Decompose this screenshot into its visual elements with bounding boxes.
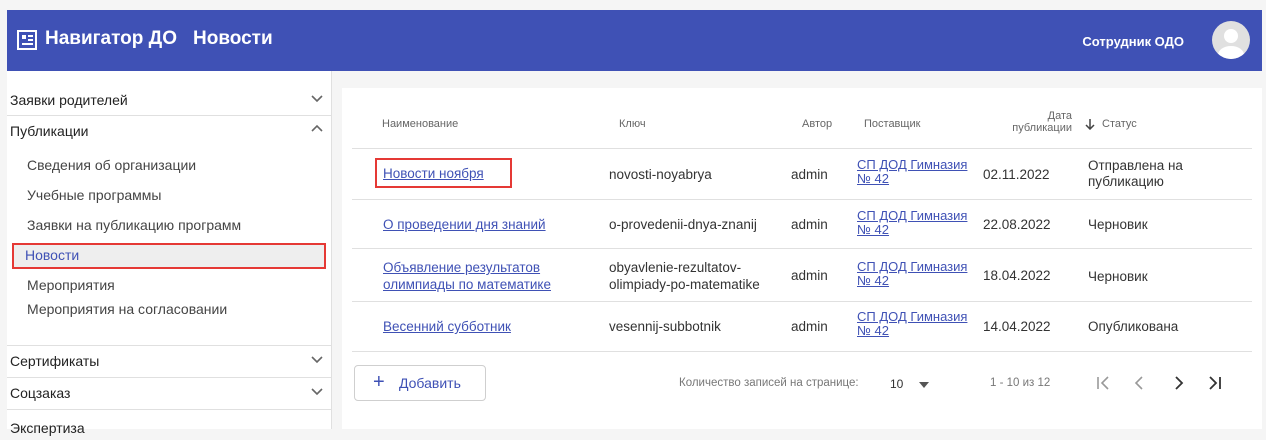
divider (352, 301, 1252, 302)
news-title-line: олимпиады по математике (383, 277, 551, 292)
avatar[interactable] (1212, 21, 1250, 59)
supplier-line: № 42 (857, 171, 890, 186)
sidebar-section-expertise[interactable]: Экспертиза (7, 409, 331, 440)
status-line: Отправлена на (1088, 158, 1183, 173)
news-key-line: obyavlenie-rezultatov- (609, 260, 742, 275)
page-title: Новости (193, 28, 273, 49)
column-header-date-line: публикации (1012, 122, 1072, 134)
column-header-author[interactable]: Автор (802, 118, 832, 130)
status-line: публикацию (1088, 174, 1164, 189)
news-key-line: olimpiady-po-matematike (609, 277, 760, 292)
sidebar-item-events[interactable]: Мероприятия (27, 277, 115, 293)
news-table-card: Наименование Ключ Автор Поставщик Дата п… (342, 88, 1262, 429)
sidebar-item-events-approval[interactable]: Мероприятия на согласовании (27, 301, 227, 317)
chevron-down-icon (311, 388, 323, 396)
user-avatar-icon (1218, 29, 1244, 59)
supplier-line: № 42 (857, 273, 890, 288)
divider (352, 148, 1252, 149)
divider (352, 199, 1252, 200)
sidebar-section-label: Публикации (10, 123, 89, 139)
chevron-up-icon (311, 124, 323, 132)
rows-per-page-select[interactable]: 10 (887, 372, 932, 394)
supplier-link[interactable]: СП ДОД Гимназия № 42 (857, 158, 967, 186)
supplier-line: СП ДОД Гимназия (857, 309, 968, 324)
first-page-icon[interactable] (1094, 374, 1114, 392)
supplier-line: № 42 (857, 323, 890, 338)
news-status: Отправлена на публикацию (1088, 158, 1183, 190)
sidebar-item-label: Новости (25, 247, 80, 263)
news-status: Опубликована (1088, 319, 1179, 334)
news-author: admin (791, 268, 828, 283)
sidebar-item-programs[interactable]: Учебные программы (27, 187, 161, 203)
sidebar-section-label: Заявки родителей (10, 92, 128, 108)
news-title-link[interactable]: Объявление результатов олимпиады по мате… (383, 259, 551, 293)
news-title-link[interactable]: О проведении дня знаний (383, 217, 546, 232)
supplier-link[interactable]: СП ДОД Гимназия № 42 (857, 209, 967, 237)
news-date: 02.11.2022 (983, 167, 1050, 182)
sidebar-section-social-order[interactable]: Соцзаказ (7, 377, 331, 408)
divider (352, 248, 1252, 249)
pagination-range: 1 - 10 из 12 (990, 377, 1051, 389)
news-author: admin (791, 217, 828, 232)
news-author: admin (791, 319, 828, 334)
news-key: novosti-noyabrya (609, 167, 712, 182)
sidebar-item-program-requests[interactable]: Заявки на публикацию программ (27, 217, 241, 233)
column-header-date-line: Дата (1047, 110, 1072, 122)
column-header-supplier[interactable]: Поставщик (864, 118, 920, 130)
supplier-line: № 42 (857, 222, 890, 237)
plus-icon: + (373, 371, 385, 393)
highlight-box (375, 158, 512, 188)
chevron-down-icon (311, 356, 323, 364)
sidebar-section-certificates[interactable]: Сертификаты (7, 345, 331, 376)
supplier-link[interactable]: СП ДОД Гимназия № 42 (857, 310, 967, 338)
dropdown-arrow-icon (919, 382, 929, 388)
sidebar-section-label: Соцзаказ (10, 385, 71, 401)
news-date: 14.04.2022 (983, 319, 1051, 334)
chevron-down-icon (311, 95, 323, 103)
news-title-line: Объявление результатов (383, 260, 541, 275)
supplier-link[interactable]: СП ДОД Гимназия № 42 (857, 260, 967, 288)
news-key: vesennij-subbotnik (609, 319, 721, 334)
top-app-bar: Навигатор ДО Новости Сотрудник ОДО (7, 10, 1262, 71)
app-name[interactable]: Навигатор ДО (45, 28, 177, 50)
news-title-link[interactable]: Весенний субботник (383, 319, 511, 334)
sidebar-section-label: Сертификаты (10, 353, 100, 369)
news-status: Черновик (1088, 217, 1148, 232)
next-page-icon[interactable] (1169, 374, 1189, 392)
previous-page-icon[interactable] (1129, 374, 1149, 392)
supplier-line: СП ДОД Гимназия (857, 157, 968, 172)
supplier-line: СП ДОД Гимназия (857, 208, 968, 223)
rows-per-page-label: Количество записей на странице: (679, 377, 859, 389)
sidebar-item-org-info[interactable]: Сведения об организации (27, 157, 196, 173)
add-button-label: Добавить (399, 375, 461, 391)
sidebar-section-parent-requests[interactable]: Заявки родителей (7, 85, 331, 115)
newspaper-icon (17, 30, 37, 50)
last-page-icon[interactable] (1204, 374, 1224, 392)
supplier-line: СП ДОД Гимназия (857, 259, 968, 274)
news-key: o-provedenii-dnya-znanij (609, 217, 757, 232)
column-header-status[interactable]: Статус (1102, 118, 1137, 130)
add-news-button[interactable]: + Добавить (354, 365, 486, 401)
news-status: Черновик (1088, 269, 1148, 284)
divider (352, 351, 1252, 352)
sidebar-item-news[interactable]: Новости (12, 243, 326, 269)
news-key: obyavlenie-rezultatov- olimpiady-po-mate… (609, 259, 760, 293)
sort-arrow-down-icon[interactable] (1085, 118, 1095, 130)
column-header-name[interactable]: Наименование (382, 118, 458, 130)
rows-per-page-value: 10 (890, 377, 904, 391)
column-header-key[interactable]: Ключ (619, 118, 646, 130)
sidebar-section-label: Экспертиза (10, 420, 85, 436)
news-date: 18.04.2022 (983, 268, 1051, 283)
news-author: admin (791, 167, 828, 182)
news-date: 22.08.2022 (983, 217, 1051, 232)
user-name[interactable]: Сотрудник ОДО (1082, 34, 1184, 49)
sidebar-section-publications[interactable]: Публикации (7, 115, 331, 146)
column-header-date[interactable]: Дата публикации (992, 110, 1072, 134)
